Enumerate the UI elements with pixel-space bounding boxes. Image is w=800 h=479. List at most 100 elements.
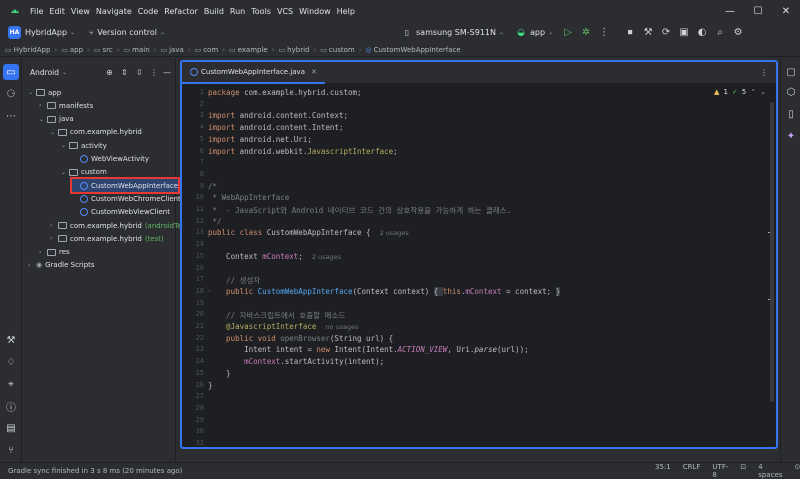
git-icon[interactable]: ⑂ bbox=[3, 442, 19, 458]
breadcrumb-item[interactable]: hybrid bbox=[287, 46, 309, 54]
tree-item[interactable]: › manifests bbox=[39, 99, 93, 112]
search-icon[interactable]: ⌕ bbox=[711, 24, 729, 42]
hide-panel-icon[interactable]: — bbox=[163, 68, 171, 77]
file-encoding[interactable]: UTF-8 bbox=[712, 463, 728, 479]
chevron-down-icon[interactable]: ⌄ bbox=[50, 129, 58, 136]
project-name[interactable]: HybridApp bbox=[25, 28, 67, 37]
view-mode-selector[interactable]: Android bbox=[30, 68, 59, 77]
gemini-icon[interactable]: ✦ bbox=[783, 128, 799, 144]
debug-icon[interactable]: ✲ bbox=[577, 24, 595, 42]
menu-item-build[interactable]: Build bbox=[201, 7, 227, 16]
git-status-icon[interactable]: ⊙ bbox=[794, 463, 800, 479]
tree-item[interactable]: ⌄ activity bbox=[61, 139, 107, 152]
tree-item[interactable]: WebViewActivity bbox=[72, 153, 149, 166]
line-separator[interactable]: CRLF bbox=[683, 463, 701, 479]
menu-item-code[interactable]: Code bbox=[135, 7, 161, 16]
menu-item-refactor[interactable]: Refactor bbox=[161, 7, 201, 16]
chevron-down-icon[interactable]: ⌄ bbox=[28, 89, 36, 96]
logcat-icon[interactable]: ⌖ bbox=[3, 376, 19, 392]
scrollbar[interactable] bbox=[770, 102, 774, 402]
expand-all-icon[interactable]: ⇕ bbox=[121, 68, 128, 77]
maximize-icon[interactable]: ☐ bbox=[744, 0, 772, 22]
menu-item-run[interactable]: Run bbox=[227, 7, 248, 16]
run-icon[interactable]: ▷ bbox=[559, 24, 577, 42]
chevron-down-icon[interactable]: ⌄ bbox=[70, 29, 75, 36]
breadcrumb-item[interactable]: src bbox=[102, 46, 112, 54]
tree-item[interactable]: › res bbox=[39, 246, 70, 259]
chevron-down-icon[interactable]: ⌄ bbox=[62, 69, 67, 76]
chevron-right-icon[interactable]: › bbox=[39, 249, 47, 256]
chevron-right-icon[interactable]: › bbox=[28, 262, 36, 269]
editor-tab[interactable]: CustomWebAppInterface.java ✕ bbox=[182, 62, 325, 84]
more-tools-icon[interactable]: ⋯ bbox=[3, 108, 19, 124]
tree-item[interactable]: CustomWebAppInterface bbox=[69, 177, 181, 195]
version-control-label[interactable]: Version control bbox=[97, 28, 157, 37]
chevron-down-icon[interactable]: ⌄ bbox=[61, 169, 69, 176]
minimize-icon[interactable]: — bbox=[716, 0, 744, 22]
chevron-down-icon[interactable]: ⌄ bbox=[548, 29, 553, 36]
lock-icon[interactable]: ⊡ bbox=[740, 463, 746, 479]
chevron-down-icon[interactable]: ⌄ bbox=[39, 116, 47, 123]
chevron-right-icon[interactable]: › bbox=[50, 222, 58, 229]
breadcrumb-item[interactable]: java bbox=[169, 46, 184, 54]
chevron-right-icon[interactable]: › bbox=[50, 235, 58, 242]
menu-item-window[interactable]: Window bbox=[296, 7, 334, 16]
chevron-right-icon[interactable]: › bbox=[39, 102, 47, 109]
tree-item[interactable]: › com.example.hybrid (androidTest) bbox=[50, 219, 191, 232]
chevron-down-icon[interactable]: ⌄ bbox=[499, 29, 504, 36]
close-icon[interactable]: ✕ bbox=[772, 0, 800, 22]
tree-item[interactable]: CustomWebChromeClient bbox=[72, 192, 181, 205]
code-area[interactable]: package com.example.hybrid.custom; import… bbox=[208, 84, 774, 447]
locate-icon[interactable]: ⊕ bbox=[106, 68, 113, 77]
breadcrumb-item[interactable]: CustomWebAppInterface bbox=[374, 46, 461, 54]
close-tab-icon[interactable]: ✕ bbox=[311, 68, 317, 76]
menu-item-edit[interactable]: Edit bbox=[46, 7, 68, 16]
project-badge[interactable]: HA bbox=[8, 26, 21, 39]
gear-icon[interactable]: ⚙ bbox=[729, 24, 747, 42]
gradle-elephant-icon[interactable]: ⬡ bbox=[783, 84, 799, 100]
chevron-down-icon[interactable]: ⌄ bbox=[61, 142, 69, 149]
profile-icon[interactable]: ◐ bbox=[693, 24, 711, 42]
menu-item-vcs[interactable]: VCS bbox=[274, 7, 296, 16]
menu-item-help[interactable]: Help bbox=[334, 7, 358, 16]
status-message[interactable]: Gradle sync finished in 3 s 8 ms (20 min… bbox=[8, 467, 182, 475]
notifications-icon[interactable]: ▢ bbox=[783, 64, 799, 80]
terminal-icon[interactable]: ▤ bbox=[3, 420, 19, 436]
menu-item-file[interactable]: File bbox=[27, 7, 46, 16]
stop-icon[interactable]: ⏹ bbox=[621, 24, 639, 42]
breadcrumb-item[interactable]: main bbox=[132, 46, 150, 54]
breadcrumb-item[interactable]: example bbox=[238, 46, 268, 54]
more-icon[interactable]: ⋮ bbox=[760, 68, 768, 77]
tree-item[interactable]: ⌄ com.example.hybrid bbox=[50, 126, 142, 139]
tree-item[interactable]: › com.example.hybrid (test) bbox=[50, 232, 164, 245]
breadcrumb-item[interactable]: com bbox=[203, 46, 218, 54]
more-icon[interactable]: ⋮ bbox=[595, 24, 613, 42]
tree-item[interactable]: CustomWebViewClient bbox=[72, 206, 170, 219]
device-manager-icon[interactable]: ▣ bbox=[675, 24, 693, 42]
menu-item-navigate[interactable]: Navigate bbox=[93, 7, 135, 16]
breadcrumb-item[interactable]: custom bbox=[329, 46, 355, 54]
breadcrumb-item[interactable]: HybridApp bbox=[14, 46, 51, 54]
build-variants-icon[interactable]: ⚒ bbox=[3, 332, 19, 348]
indent-setting[interactable]: 4 spaces bbox=[758, 463, 782, 479]
usage-hint[interactable]: 2 usages bbox=[312, 253, 341, 261]
tree-item[interactable]: › ◉ Gradle Scripts bbox=[28, 259, 95, 272]
usage-hint[interactable]: 2 usages bbox=[380, 229, 409, 237]
collapse-all-icon[interactable]: ⇳ bbox=[136, 68, 143, 77]
usage-hint[interactable]: no usages bbox=[325, 323, 358, 331]
device-selector[interactable]: samsung SM-S911N bbox=[416, 28, 496, 37]
build-icon[interactable]: ⚒ bbox=[639, 24, 657, 42]
project-folder-icon[interactable]: ▭ bbox=[3, 64, 19, 80]
gradle-icon[interactable]: ♢ bbox=[3, 354, 19, 370]
breadcrumb-item[interactable]: app bbox=[70, 46, 83, 54]
menu-item-tools[interactable]: Tools bbox=[248, 7, 274, 16]
tree-item[interactable]: ⌄ custom bbox=[61, 166, 107, 179]
more-icon[interactable]: ⋮ bbox=[150, 68, 158, 77]
chevron-down-icon[interactable]: ⌄ bbox=[160, 29, 165, 36]
structure-icon[interactable]: ⚆ bbox=[3, 86, 19, 102]
problems-icon[interactable]: ⓘ bbox=[3, 398, 19, 414]
sync-icon[interactable]: ⟳ bbox=[657, 24, 675, 42]
menu-item-view[interactable]: View bbox=[68, 7, 93, 16]
tree-item[interactable]: ⌄ app bbox=[28, 86, 61, 99]
run-config-selector[interactable]: app bbox=[530, 28, 545, 37]
